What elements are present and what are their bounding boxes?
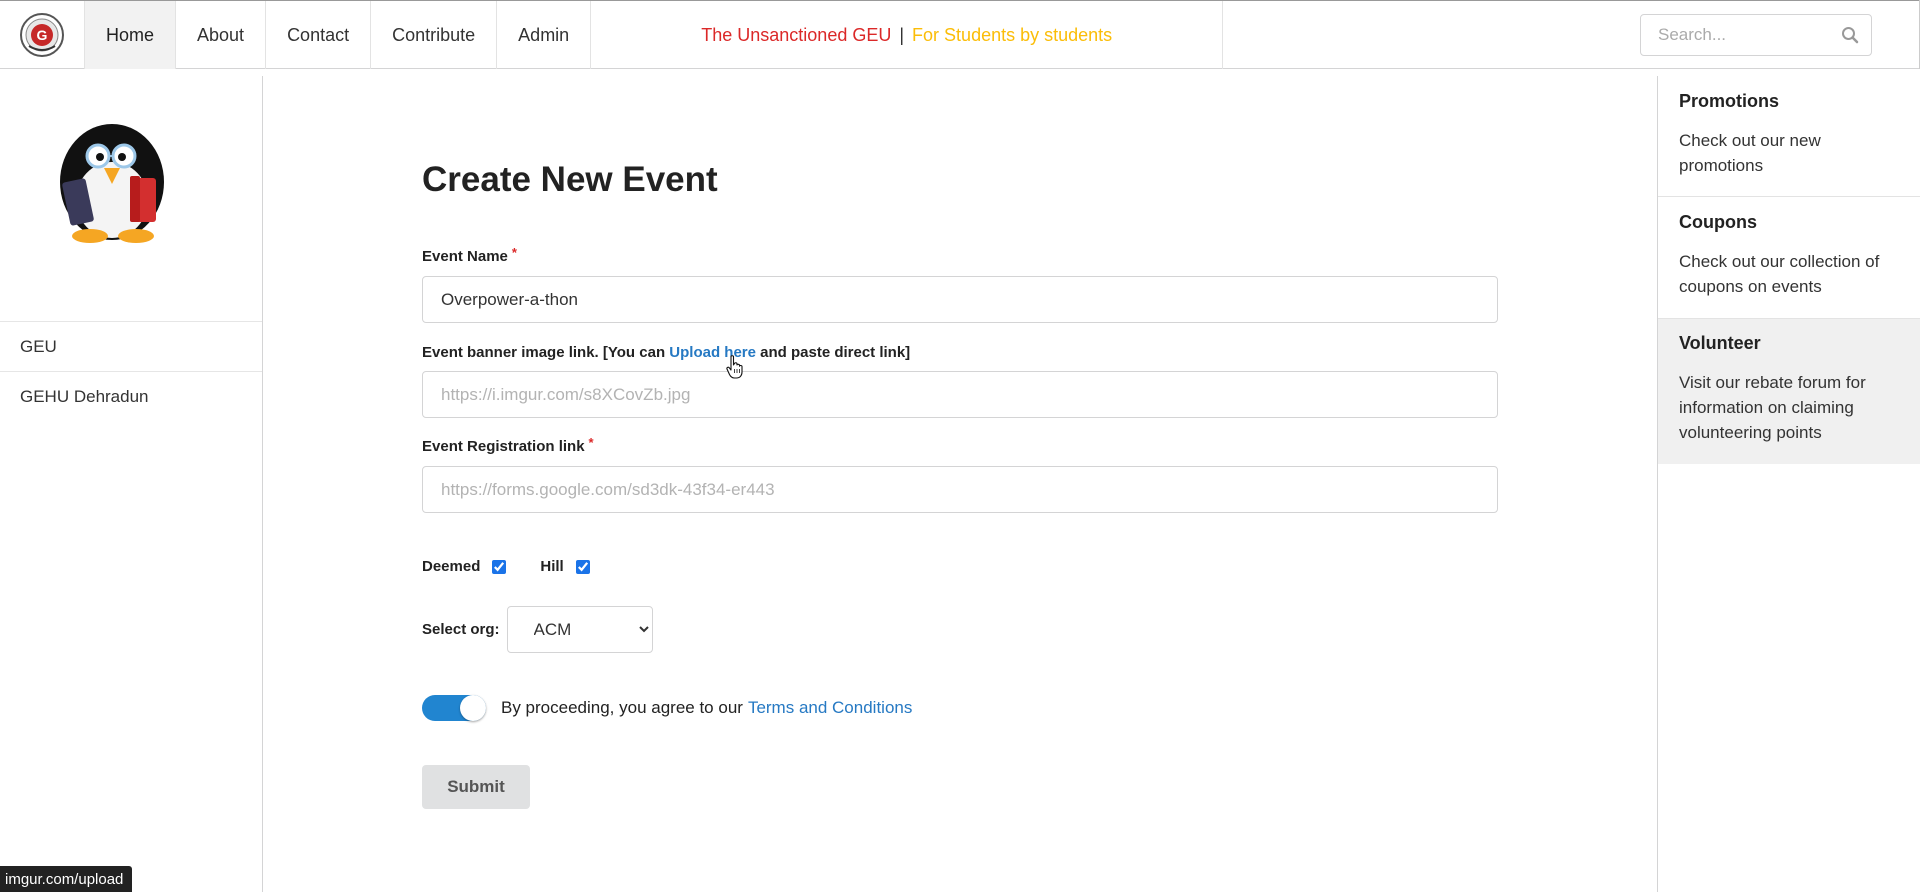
promotions-card[interactable]: Promotions Check out our new promotions	[1658, 76, 1920, 197]
registration-link-label: Event Registration link *	[422, 435, 594, 455]
nav-contact[interactable]: Contact	[266, 1, 372, 69]
volunteer-card[interactable]: Volunteer Visit our rebate forum for inf…	[1658, 318, 1920, 464]
terms-toggle[interactable]	[422, 695, 486, 721]
nav-admin-label: Admin	[518, 24, 570, 45]
nav-admin[interactable]: Admin	[497, 1, 592, 69]
search-icon[interactable]	[1841, 26, 1859, 44]
card-body: Check out our new promotions	[1679, 131, 1821, 175]
page-title: Create New Event	[422, 160, 718, 199]
deemed-label: Deemed	[422, 558, 481, 575]
top-navbar: G Home About Contact Contribute Admin Th…	[0, 0, 1920, 69]
card-title: Promotions	[1679, 91, 1780, 111]
tagline-separator: |	[899, 24, 905, 45]
card-body: Visit our rebate forum for information o…	[1679, 373, 1866, 442]
coupons-card[interactable]: Coupons Check out our collection of coup…	[1658, 197, 1920, 318]
search-input[interactable]	[1641, 25, 1831, 45]
banner-link-label: Event banner image link. [You can Upload…	[422, 344, 910, 361]
event-name-label-text: Event Name	[422, 248, 508, 265]
card-title: Volunteer	[1679, 333, 1761, 353]
org-select-row: Select org: ACM	[422, 606, 653, 653]
hill-label: Hill	[540, 558, 564, 575]
nav-home-label: Home	[106, 24, 155, 45]
submit-button[interactable]: Submit	[422, 765, 530, 809]
nav-about-label: About	[197, 24, 245, 45]
site-tagline: The Unsanctioned GEU | For Students by s…	[591, 1, 1224, 69]
org-label: Select org:	[422, 621, 500, 638]
tagline-secondary: For Students by students	[912, 24, 1113, 45]
left-sidebar: GEU GEHU Dehradun	[0, 76, 263, 892]
browser-status-bar: imgur.com/upload	[0, 866, 133, 892]
deemed-checkbox[interactable]	[492, 559, 507, 574]
nav-about[interactable]: About	[176, 1, 267, 69]
sidebar-item-label: GEHU Dehradun	[20, 386, 149, 406]
required-marker: *	[511, 245, 517, 260]
banner-label-before: Event banner image link. [You can	[422, 344, 670, 361]
card-title: Coupons	[1679, 212, 1757, 232]
hand-cursor-icon	[726, 355, 743, 379]
university-crest-logo: G	[20, 13, 64, 57]
required-marker: *	[588, 435, 594, 450]
banner-link-field[interactable]	[422, 371, 1498, 418]
logo[interactable]: G	[0, 1, 85, 69]
terms-row: By proceeding, you agree to our Terms an…	[422, 695, 912, 721]
event-name-field[interactable]	[422, 276, 1498, 323]
sidebar-item-geu[interactable]: GEU	[0, 321, 262, 371]
campus-checkboxes: Deemed Hill	[422, 558, 590, 575]
tagline-primary: The Unsanctioned GEU	[701, 24, 892, 45]
nav-contact-label: Contact	[287, 24, 350, 45]
card-body: Check out our collection of coupons on e…	[1679, 252, 1880, 296]
terms-link[interactable]: Terms and Conditions	[748, 698, 912, 718]
terms-text: By proceeding, you agree to our	[501, 698, 743, 717]
search-box	[1640, 14, 1872, 56]
sidebar-item-label: GEU	[20, 336, 57, 356]
nav-contribute[interactable]: Contribute	[371, 1, 498, 69]
event-name-label: Event Name *	[422, 245, 517, 265]
hill-checkbox[interactable]	[575, 559, 590, 574]
registration-link-field[interactable]	[422, 466, 1498, 513]
sidebar-item-gehu-dehradun[interactable]: GEHU Dehradun	[0, 371, 262, 421]
right-sidebar: Promotions Check out our new promotions …	[1657, 76, 1920, 892]
banner-label-after: and paste direct link]	[755, 344, 911, 361]
registration-label-text: Event Registration link	[422, 438, 585, 455]
status-url: imgur.com/upload	[5, 870, 124, 888]
nav-home[interactable]: Home	[85, 1, 177, 69]
nav-contribute-label: Contribute	[392, 24, 476, 45]
svg-text:G: G	[37, 27, 48, 43]
org-dropdown[interactable]: ACM	[506, 606, 653, 653]
penguin-mascot-icon	[60, 124, 164, 243]
toggle-knob	[460, 695, 486, 721]
